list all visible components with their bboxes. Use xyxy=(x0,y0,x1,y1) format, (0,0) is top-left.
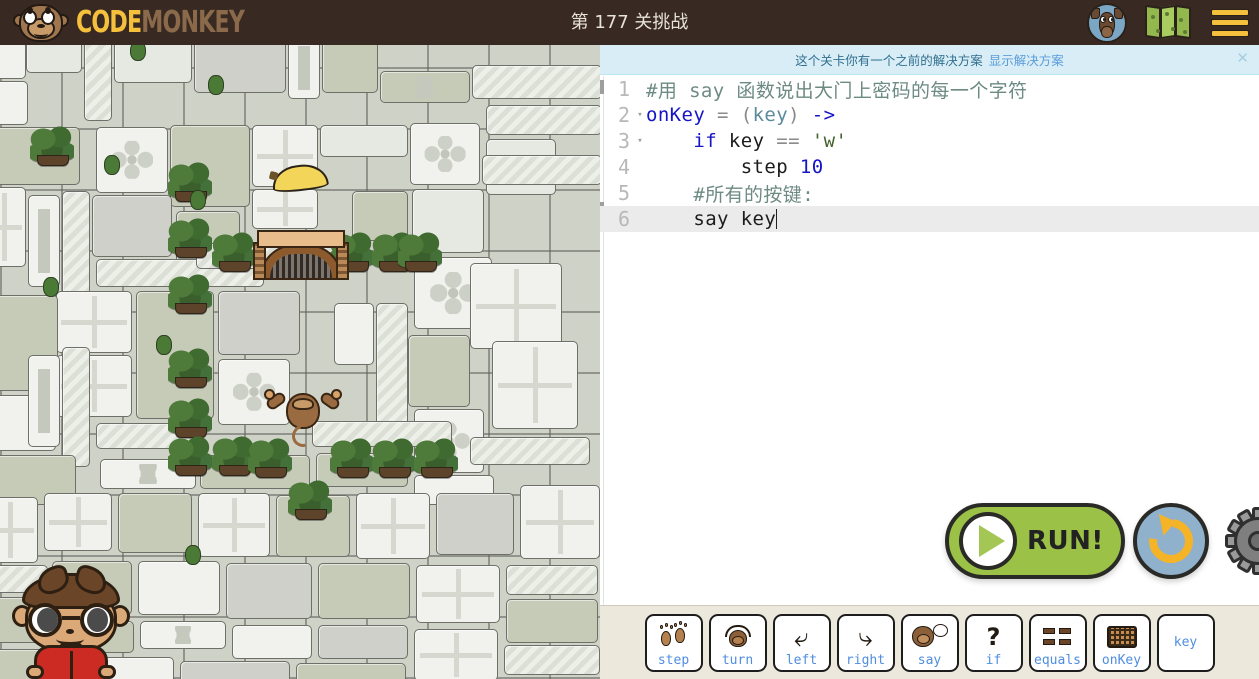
map-icon[interactable] xyxy=(1145,4,1193,40)
code-line[interactable]: 1 #用 say 函数说出大门上密码的每一个字符 xyxy=(600,76,1259,102)
text-caret xyxy=(776,209,778,229)
code-line[interactable]: 5 #所有的按键: xyxy=(600,180,1259,206)
bull-avatar-icon[interactable] xyxy=(1087,2,1127,43)
code-lines[interactable]: 1 #用 say 函数说出大门上密码的每一个字符 2 ▾ onKey = (key) -… xyxy=(600,76,1259,232)
monkey-with-glasses-avatar xyxy=(12,571,130,679)
bush xyxy=(398,231,442,272)
arrow-left-icon: ⤶ xyxy=(794,621,809,652)
notice-message: 这个关卡你有一个之前的解决方案 xyxy=(795,53,983,68)
logo-wordmark: CODEMONKEY xyxy=(76,4,245,40)
small-bush xyxy=(190,190,206,210)
code-line[interactable]: 2 ▾ onKey = (key) -> xyxy=(600,102,1259,128)
tool-button-label: key xyxy=(1173,634,1198,650)
header-actions xyxy=(1087,0,1249,45)
reset-circular-arrow-icon xyxy=(1140,510,1202,572)
line-number: 5 xyxy=(617,181,630,205)
bush xyxy=(30,125,74,166)
tool-button-label: equals xyxy=(1034,652,1081,668)
previous-solution-notice: 这个关卡你有一个之前的解决方案 显示解决方案 ✕ xyxy=(600,45,1259,75)
tool-button-turn[interactable]: turn xyxy=(708,613,767,672)
bush xyxy=(288,479,332,520)
monkey-player-sprite xyxy=(264,389,342,452)
line-number: 1 xyxy=(617,77,630,101)
bush xyxy=(414,437,458,478)
bush xyxy=(168,435,212,476)
tool-button-say[interactable]: say xyxy=(900,613,959,672)
run-button[interactable]: RUN! xyxy=(945,503,1125,579)
run-button-label: RUN! xyxy=(1027,526,1104,556)
bush xyxy=(168,397,212,438)
bush xyxy=(372,437,416,478)
monkey-speech-bubble-icon xyxy=(903,622,957,652)
show-solution-link[interactable]: 显示解决方案 xyxy=(989,50,1064,69)
logo-text-monkey: MONKEY xyxy=(141,4,245,40)
logo[interactable]: CODEMONKEY xyxy=(0,0,281,45)
bush xyxy=(248,437,292,478)
tool-button-label: right xyxy=(845,652,886,668)
line-number: 6 xyxy=(617,207,630,231)
small-bush xyxy=(104,155,120,175)
tool-button-label: left xyxy=(785,652,818,668)
tool-button-step[interactable]: step xyxy=(644,613,703,672)
small-bush xyxy=(156,335,172,355)
line-number: 3 xyxy=(617,129,630,153)
reset-button[interactable] xyxy=(1133,503,1209,579)
tool-button-label: if xyxy=(985,652,1002,668)
tool-button-right[interactable]: ⤷ right xyxy=(836,613,895,672)
code-text: if key == 'w' xyxy=(693,130,848,152)
monkey-turn-icon xyxy=(711,622,765,652)
small-bush xyxy=(43,277,59,297)
line-number: 4 xyxy=(617,155,630,179)
tool-button-left[interactable]: ⤶ left xyxy=(772,613,831,672)
equals-bars-icon xyxy=(1031,622,1085,652)
tool-button-key[interactable]: key xyxy=(1156,613,1215,672)
tool-button-equals[interactable]: equals xyxy=(1028,613,1087,672)
fold-arrow-icon[interactable]: ▾ xyxy=(634,128,646,154)
settings-gear-button[interactable] xyxy=(1225,507,1259,575)
keyboard-icon xyxy=(1095,622,1149,652)
locked-gate xyxy=(253,230,349,282)
hamburger-menu-icon[interactable] xyxy=(1211,8,1249,37)
small-bush xyxy=(130,45,146,61)
small-bush xyxy=(185,545,201,565)
bush xyxy=(168,347,212,388)
bush xyxy=(168,273,212,314)
bush xyxy=(168,217,212,258)
code-text: onKey = (key) -> xyxy=(646,104,836,126)
tool-button-label: turn xyxy=(721,652,754,668)
code-line[interactable]: 3 ▾ if key == 'w' xyxy=(600,128,1259,154)
close-icon[interactable]: ✕ xyxy=(1236,51,1249,66)
arrow-right-icon: ⤷ xyxy=(858,621,873,652)
play-triangle-icon xyxy=(959,512,1017,570)
tool-button-label: onKey xyxy=(1101,652,1142,668)
tool-button-label: say xyxy=(917,652,942,668)
tool-button-onkey[interactable]: onKey xyxy=(1092,613,1151,672)
bush xyxy=(212,231,256,272)
code-text: step 10 xyxy=(646,156,824,178)
small-bush xyxy=(208,75,224,95)
logo-text-code: CODE xyxy=(76,4,142,40)
tool-button-label: step xyxy=(657,652,690,668)
footprints-icon xyxy=(647,620,701,652)
app-header: CODEMONKEY 第 177 关挑战 xyxy=(0,0,1259,45)
code-text: #所有的按键: xyxy=(693,183,815,206)
code-text: #用 say 函数说出大门上密码的每一个字符 xyxy=(646,79,1028,102)
fold-arrow-icon[interactable]: ▾ xyxy=(634,102,646,128)
code-text: say key xyxy=(646,208,778,230)
line-number: 2 xyxy=(617,103,630,127)
code-line[interactable]: 4 step 10 xyxy=(600,154,1259,180)
code-line[interactable]: 6 say key xyxy=(600,206,1259,232)
code-panel: 这个关卡你有一个之前的解决方案 显示解决方案 ✕ 1 #用 say 函数说出大门上… xyxy=(600,45,1259,679)
monkey-head-logo-icon xyxy=(13,3,69,43)
bush xyxy=(330,437,374,478)
tool-button-if[interactable]: ? if xyxy=(964,613,1023,672)
question-mark-icon: ? xyxy=(986,622,1001,651)
game-map[interactable] xyxy=(0,45,600,679)
command-toolbar: step turn ⤶ left ⤷ right say? if equals onKey key xyxy=(600,605,1259,679)
